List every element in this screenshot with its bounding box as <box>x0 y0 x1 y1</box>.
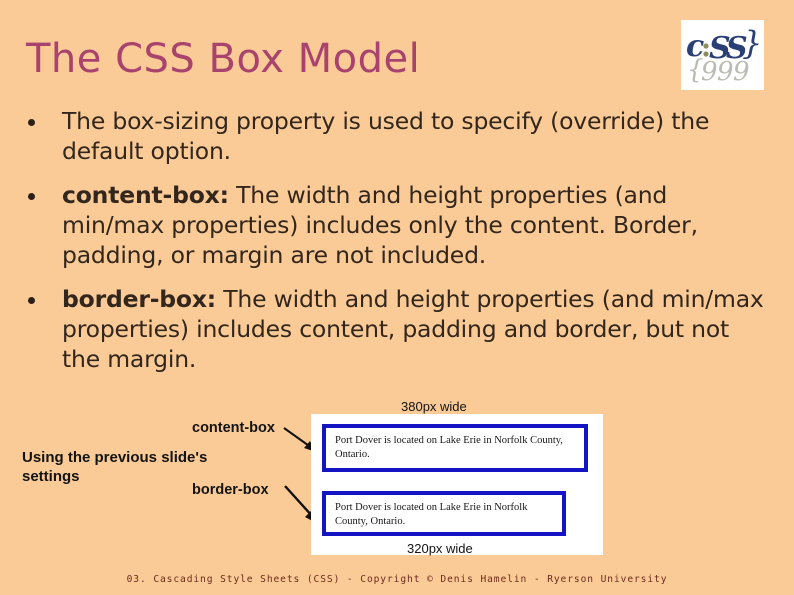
bullet-text: content-box: The width and height proper… <box>62 180 768 270</box>
slide-root: { "slide": { "title": "The CSS Box Model… <box>0 0 794 595</box>
list-item: border-box: The width and height propert… <box>28 284 768 374</box>
svg-text:9: 9 <box>733 57 750 87</box>
callout-label-content-box: content-box <box>192 420 275 436</box>
list-item: The box-sizing property is used to speci… <box>28 106 768 166</box>
slide-footer: 03. Cascading Style Sheets (CSS) - Copyr… <box>126 574 668 585</box>
svg-text:9: 9 <box>701 57 718 87</box>
bullet-text: border-box: The width and height propert… <box>62 284 768 374</box>
size-label-bottom: 320px wide <box>407 541 473 556</box>
bullet-text: The box-sizing property is used to speci… <box>62 106 768 166</box>
bullet-body: The box-sizing property is used to speci… <box>62 107 710 165</box>
bullet-separator: : <box>219 181 229 209</box>
size-label-top: 380px wide <box>401 399 467 414</box>
bullet-list: The box-sizing property is used to speci… <box>28 106 768 388</box>
bullet-keyword: border-box <box>62 285 207 313</box>
bullet-separator: : <box>206 285 216 313</box>
border-box-demo-text: Port Dover is located on Lake Erie in No… <box>335 502 528 527</box>
callout-label-border-box: border-box <box>192 482 269 498</box>
border-box-demo: Port Dover is located on Lake Erie in No… <box>322 491 566 536</box>
css-logo-graphic: c S S } { 9 9 9 <box>686 24 762 87</box>
css-logo: c S S } { 9 9 9 <box>681 20 764 90</box>
bullet-marker <box>28 106 62 126</box>
diagram-white-panel: Port Dover is located on Lake Erie in No… <box>311 414 603 555</box>
page-title: The CSS Box Model <box>26 36 421 82</box>
bullet-keyword: content-box <box>62 181 220 209</box>
box-model-diagram: Using the previous slide's settings cont… <box>0 398 794 563</box>
bullet-marker <box>28 284 62 304</box>
list-item: content-box: The width and height proper… <box>28 180 768 270</box>
previous-slide-note: Using the previous slide's settings <box>22 449 208 485</box>
content-box-demo: Port Dover is located on Lake Erie in No… <box>322 424 588 472</box>
bullet-marker <box>28 180 62 200</box>
content-box-demo-text: Port Dover is located on Lake Erie in No… <box>335 435 563 460</box>
svg-text:9: 9 <box>717 57 734 87</box>
